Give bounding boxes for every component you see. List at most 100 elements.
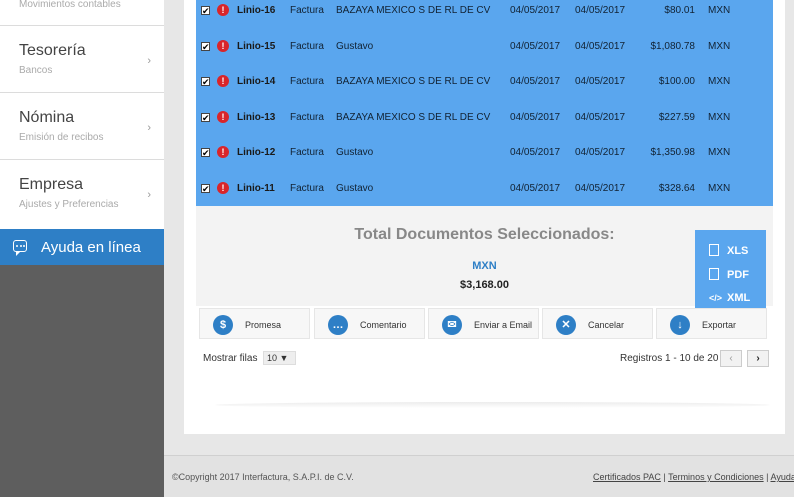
chevron-right-icon: › [147,189,151,201]
doc-date-issued: 04/05/2017 [510,147,561,159]
doc-date-due: 04/05/2017 [575,5,626,16]
doc-date-due: 04/05/2017 [575,111,626,123]
doc-amount: $1,350.98 [650,147,696,159]
sidebar-item-tesoreria[interactable]: Tesorería Bancos › [0,27,164,93]
sidebar-item-subtitle: Ajustes y Preferencias [19,199,119,210]
total-currency: MXN [472,260,497,272]
promesa-label: Promesa [245,320,282,330]
doc-id[interactable]: Linio-13 [237,107,275,129]
warning-icon: ! [217,146,229,159]
footer-link-certificados[interactable]: Certificados PAC [593,472,661,482]
divider [215,402,770,408]
doc-id[interactable]: Linio-11 [237,178,275,200]
doc-date-due: 04/05/2017 [575,76,626,88]
doc-date-due: 04/05/2017 [575,147,626,159]
footer-separator: | [663,472,666,482]
warning-icon: ! [217,39,229,52]
documents-table: ✔ ! Linio-16 Factura BAZAYA MEXICO S DE … [196,0,773,206]
doc-date-issued: 04/05/2017 [510,111,561,123]
row-checkbox[interactable]: ✔ [201,112,210,122]
export-menu: XLS PDF </> XML [695,230,766,320]
doc-id[interactable]: Linio-16 [237,0,275,22]
table-row[interactable]: ✔ ! Linio-13 Factura BAZAYA MEXICO S DE … [196,107,773,143]
sidebar-item-help[interactable]: Ayuda en línea [0,229,164,265]
table-row[interactable]: ✔ ! Linio-16 Factura BAZAYA MEXICO S DE … [196,0,773,36]
sidebar-item-nomina[interactable]: Nómina Emisión de recibos › [0,94,164,160]
doc-type: Factura [290,76,324,88]
doc-type: Factura [290,147,324,159]
export-xml-option[interactable]: </> XML [709,292,750,304]
export-xls-label: XLS [727,245,749,257]
sidebar: Movimientos contables Tesorería Bancos ›… [0,0,164,497]
download-icon: ↓ [670,315,690,335]
dollar-icon: $ [213,315,233,335]
send-email-button[interactable]: ✉ Enviar a Email [428,308,539,339]
doc-type: Factura [290,183,324,194]
export-xls-option[interactable]: XLS [709,244,748,257]
export-xml-label: XML [727,292,751,304]
doc-amount: $1,080.78 [650,40,696,52]
doc-date-issued: 04/05/2017 [510,76,561,88]
doc-client: BAZAYA MEXICO S DE RL DE CV [336,5,491,16]
footer-link-ayuda[interactable]: Ayuda [770,472,794,482]
envelope-icon: ✉ [442,315,462,335]
row-checkbox[interactable]: ✔ [201,77,210,87]
warning-icon: ! [217,4,229,16]
row-checkbox[interactable]: ✔ [201,6,210,16]
prev-page-button[interactable]: ‹ [720,350,742,367]
doc-date-issued: 04/05/2017 [510,5,561,16]
doc-type: Factura [290,40,324,52]
doc-amount: $100.00 [658,76,695,88]
export-pdf-option[interactable]: PDF [709,268,749,281]
file-icon [709,268,719,280]
total-title: Total Documentos Seleccionados: [354,226,615,243]
doc-currency: MXN [708,5,731,16]
table-row[interactable]: ✔ ! Linio-14 Factura BAZAYA MEXICO S DE … [196,71,773,107]
chevron-right-icon: › [147,55,151,67]
sidebar-item-title: Empresa [19,176,84,193]
doc-date-issued: 04/05/2017 [510,183,561,194]
sidebar-item-empresa[interactable]: Empresa Ajustes y Preferencias › [0,161,164,229]
doc-date-due: 04/05/2017 [575,40,626,52]
rows-per-page-select[interactable]: 10 ▼ [263,351,296,365]
export-pdf-label: PDF [727,269,749,281]
doc-id[interactable]: Linio-15 [237,36,275,58]
rows-per-page-label: Mostrar filas [203,353,258,364]
doc-id[interactable]: Linio-14 [237,71,275,93]
chat-icon [13,240,27,256]
row-checkbox[interactable]: ✔ [201,41,210,51]
table-row[interactable]: ✔ ! Linio-15 Factura Gustavo 04/05/2017 … [196,36,773,72]
chevron-right-icon: › [147,122,151,134]
doc-amount: $227.59 [658,111,695,123]
next-page-button[interactable]: › [747,350,769,367]
export-button[interactable]: ↓ Exportar [656,308,767,339]
doc-type: Factura [290,111,324,123]
doc-date-issued: 04/05/2017 [510,40,561,52]
comentario-label: Comentario [360,320,407,330]
doc-currency: MXN [708,147,731,159]
total-amount: $3,168.00 [460,279,509,291]
doc-id[interactable]: Linio-12 [237,142,275,164]
table-row[interactable]: ✔ ! Linio-12 Factura Gustavo 04/05/2017 … [196,142,773,178]
close-icon: ✕ [556,315,576,335]
doc-currency: MXN [708,40,731,52]
sidebar-item-subtitle: Emisión de recibos [19,132,104,143]
rows-per-page-value: 10 [267,353,278,363]
doc-amount: $80.01 [664,5,695,16]
row-checkbox[interactable]: ✔ [201,184,210,194]
sidebar-item-subtitle: Movimientos contables [19,0,121,10]
sidebar-item-contabilidad[interactable]: Movimientos contables [0,0,164,26]
row-checkbox[interactable]: ✔ [201,148,210,158]
footer-link-terminos[interactable]: Terminos y Condiciones [668,472,764,482]
caret-down-icon: ▼ [279,353,289,363]
comment-icon: … [328,315,348,335]
warning-icon: ! [217,110,229,123]
cancel-button[interactable]: ✕ Cancelar [542,308,653,339]
promesa-button[interactable]: $ Promesa [199,308,310,339]
doc-currency: MXN [708,183,731,194]
cancel-label: Cancelar [588,320,625,330]
pager-row: Mostrar filas 10 ▼ Registros 1 - 10 de 2… [203,350,770,368]
warning-icon: ! [217,182,229,194]
send-email-label: Enviar a Email [474,320,533,330]
comentario-button[interactable]: … Comentario [314,308,425,339]
